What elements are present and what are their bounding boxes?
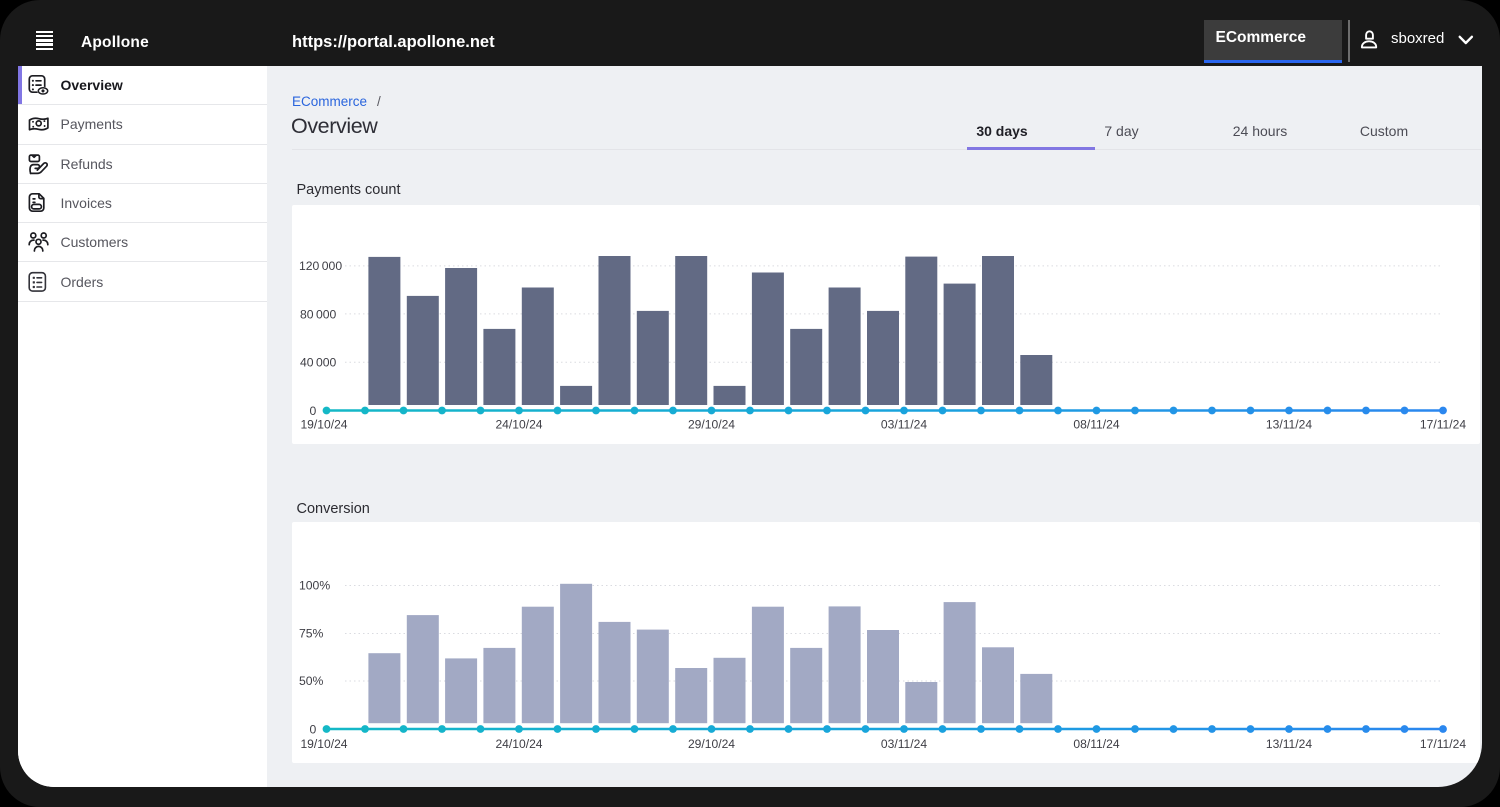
svg-text:120 000: 120 000 bbox=[299, 259, 342, 273]
svg-text:13/11/24: 13/11/24 bbox=[1266, 737, 1312, 751]
svg-text:0: 0 bbox=[310, 403, 317, 417]
svg-text:24/10/24: 24/10/24 bbox=[495, 737, 542, 751]
svg-text:40 000: 40 000 bbox=[300, 355, 337, 369]
svg-text:03/11/24: 03/11/24 bbox=[881, 417, 927, 431]
svg-text:13/11/24: 13/11/24 bbox=[1266, 417, 1312, 431]
svg-text:17/11/24: 17/11/24 bbox=[1420, 737, 1466, 751]
svg-text:03/11/24: 03/11/24 bbox=[881, 737, 927, 751]
svg-text:29/10/24: 29/10/24 bbox=[688, 737, 735, 751]
svg-text:0: 0 bbox=[310, 722, 317, 736]
svg-text:08/11/24: 08/11/24 bbox=[1073, 737, 1119, 751]
svg-text:100%: 100% bbox=[299, 579, 330, 593]
svg-text:19/10/24: 19/10/24 bbox=[300, 417, 347, 431]
svg-text:50%: 50% bbox=[299, 674, 324, 688]
svg-text:08/11/24: 08/11/24 bbox=[1073, 417, 1119, 431]
svg-text:29/10/24: 29/10/24 bbox=[688, 417, 735, 431]
svg-text:80 000: 80 000 bbox=[300, 307, 337, 321]
svg-text:17/11/24: 17/11/24 bbox=[1420, 417, 1466, 431]
svg-text:19/10/24: 19/10/24 bbox=[300, 737, 347, 751]
svg-text:24/10/24: 24/10/24 bbox=[495, 417, 542, 431]
svg-text:75%: 75% bbox=[299, 627, 324, 641]
